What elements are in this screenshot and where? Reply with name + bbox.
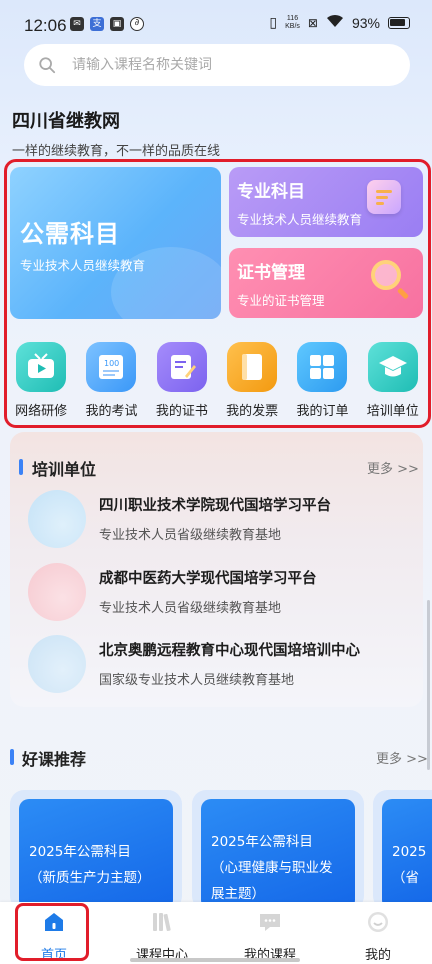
status-bar: 12:06 ✉ 支 ▣ ∂ ▯ 116 KB/s ⊠ 93% <box>0 0 432 50</box>
smile-icon <box>368 912 388 932</box>
search-input[interactable] <box>72 57 372 73</box>
course-title: 2025年公需科目 （新质生产力主题） <box>29 839 151 891</box>
unit-name: 成都中医药大学现代国培学习平台 <box>99 571 317 587</box>
leaf-icon: ∂ <box>130 17 144 31</box>
unit-description: 国家级专业技术人员继续教育基地 <box>99 673 295 688</box>
training-unit-item[interactable]: 成都中医药大学现代国培学习平台 专业技术人员省级继续教育基地 <box>20 563 420 625</box>
nav-course-center[interactable]: 课程中心 <box>122 910 202 963</box>
nav-label: 我的 <box>364 948 391 963</box>
mail-icon: ✉ <box>70 17 84 31</box>
nav-me[interactable]: 我的 <box>338 910 418 963</box>
course-title-line: 2025年公需科目 <box>211 834 313 850</box>
courses-title: 好课推荐 <box>22 750 87 769</box>
net-speed-value: 116 <box>286 14 299 22</box>
unit-name: 四川职业技术学院现代国培学习平台 <box>99 498 331 514</box>
section-marker <box>19 459 23 475</box>
scrollbar[interactable] <box>427 600 430 770</box>
battery-percent: 93% <box>351 14 380 31</box>
alipay-icon: 支 <box>90 17 104 31</box>
training-unit-item[interactable]: 四川职业技术学院现代国培学习平台 专业技术人员省级继续教育基地 <box>20 490 420 552</box>
unit-name: 北京奥鹏远程教育中心现代国培培训中心 <box>99 643 360 659</box>
chat-icon <box>260 914 280 931</box>
battery-icon <box>388 16 410 29</box>
training-unit-item[interactable]: 北京奥鹏远程教育中心现代国培培训中心 国家级专业技术人员继续教育基地 <box>20 635 420 697</box>
search-icon <box>39 57 56 74</box>
course-title-line: 2025 <box>392 844 427 860</box>
course-cover: 2025年公需科目 （新质生产力主题） <box>19 799 173 910</box>
wifi-icon <box>326 14 344 31</box>
unit-logo <box>28 563 86 621</box>
books-icon <box>153 913 171 932</box>
course-title: 2025年公需科目 （心理健康与职业发 展主题） <box>211 829 333 907</box>
course-title-line: （省 <box>392 870 419 886</box>
course-title-line: （新质生产力主题） <box>29 870 151 886</box>
highlight-annotation <box>4 159 431 428</box>
course-card[interactable]: 2025年公需科目 （新质生产力主题） <box>10 790 182 910</box>
training-units-panel: 培训单位 更多 >> 四川职业技术学院现代国培学习平台 专业技术人员省级继续教育… <box>10 432 423 707</box>
course-card[interactable]: 2025年公需科目 （心理健康与职业发 展主题） <box>192 790 364 910</box>
course-title: 2025 （省 <box>392 839 426 891</box>
notification-icons: ✉ 支 ▣ ∂ <box>70 17 144 31</box>
unit-description: 专业技术人员省级继续教育基地 <box>99 528 282 543</box>
nav-my-courses[interactable]: 我的课程 <box>230 910 310 963</box>
wallet-icon: ▣ <box>110 17 124 31</box>
page-slogan: 一样的继续教育，不一样的品质在线 <box>12 144 221 159</box>
page-title: 四川省继教网 <box>12 111 120 132</box>
course-title-line: （心理健康与职业发 <box>211 860 333 876</box>
course-cover: 2025年公需科目 （心理健康与职业发 展主题） <box>201 799 355 910</box>
unit-logo <box>28 490 86 548</box>
courses-more-link[interactable]: 更多 >> <box>376 748 428 767</box>
training-units-title: 培训单位 <box>32 460 97 479</box>
status-time: 12:06 <box>24 16 67 35</box>
section-marker <box>10 749 14 765</box>
highlight-annotation <box>15 903 89 961</box>
vibrate-icon: ▯ <box>269 14 278 30</box>
course-title-line: 2025年公需科目 <box>29 844 131 860</box>
training-units-more-link[interactable]: 更多 >> <box>367 458 419 477</box>
sim-off-icon: ⊠ <box>307 15 318 30</box>
status-right: ▯ 116 KB/s ⊠ 93% <box>269 14 410 31</box>
net-speed-unit: KB/s <box>285 22 300 30</box>
net-speed: 116 KB/s <box>285 15 300 31</box>
unit-logo <box>28 635 86 693</box>
unit-description: 专业技术人员省级继续教育基地 <box>99 601 282 616</box>
home-indicator <box>130 958 300 962</box>
course-card[interactable]: 2025 （省 <box>373 790 432 910</box>
course-cover: 2025 （省 <box>382 799 432 910</box>
search-bar[interactable] <box>24 44 410 86</box>
